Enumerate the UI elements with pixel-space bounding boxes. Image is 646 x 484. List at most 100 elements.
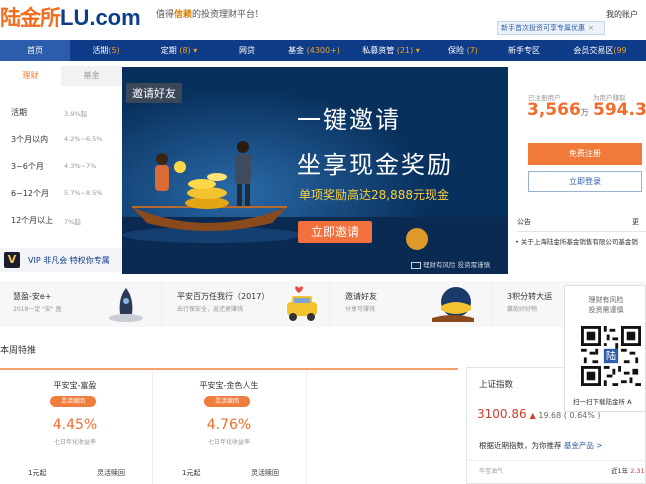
term-label: 3个月以内 bbox=[11, 135, 49, 144]
term-label: 3~6个月 bbox=[11, 162, 44, 171]
divider bbox=[467, 460, 646, 461]
nav-count: (99 bbox=[613, 46, 627, 55]
registered-users-value: 3,566万 bbox=[527, 100, 589, 120]
fund-products-link[interactable]: 基金产品 > bbox=[564, 441, 603, 450]
nav-member-trading[interactable]: 会员交易区(99 bbox=[554, 40, 646, 61]
vip-banner[interactable]: V VIP 非凡会 特权你专属 bbox=[0, 248, 122, 272]
product-sidebar: 理财 基金 活期 3.9%起 3个月以内 4.2%~6.5% 3~6个月 4.3%~7… bbox=[0, 66, 122, 274]
card-subtitle: 2018一定 "安" 盈 bbox=[13, 306, 62, 313]
nav-current-deposit[interactable]: 活期(5) bbox=[70, 40, 142, 61]
banner-headline-2: 坐享现金奖励 bbox=[297, 151, 453, 179]
nav-count: (7) bbox=[466, 46, 478, 55]
recommend-text: 根据近期指数，为你推荐 bbox=[479, 441, 562, 450]
card-subtitle: 赢取好好物 bbox=[507, 306, 538, 313]
promo-cards-row: 慧盈-安e+ 2018一定 "安" 盈 平安百万任我行（2017） 出行保安全，… bbox=[0, 281, 646, 327]
main-nav: 首页 活期(5) 定期 (8) ▾ 网贷 基金 (4300+) 私募资管 (21… bbox=[0, 40, 646, 61]
notice-item[interactable]: • 关于上海陆金所基金销售有限公司基金销 bbox=[515, 236, 638, 246]
card-subtitle: 出行保安全，返还更赚钱 bbox=[177, 306, 244, 313]
free-register-button[interactable]: 免费注册 bbox=[528, 143, 642, 165]
notice-more-link[interactable]: 更 bbox=[632, 217, 639, 227]
nav-count: (5) bbox=[108, 46, 120, 55]
return-value: 2.31 bbox=[630, 467, 645, 475]
app-qr-widget[interactable]: 理财有风险 投资需谨慎 陆 扫一扫下载陆金所 A bbox=[564, 285, 646, 412]
slogan: 值得信赖的投资理财平台! bbox=[156, 7, 259, 20]
newbie-promo-bar[interactable]: 新手首次投资可享专属优惠 × bbox=[497, 21, 605, 35]
promo-close-icon[interactable]: × bbox=[588, 24, 594, 32]
rate-label: 4.3%~7% bbox=[64, 162, 97, 170]
notice-title: 公告 bbox=[517, 218, 531, 226]
nav-insurance[interactable]: 保险 (7) bbox=[432, 40, 494, 61]
registered-number: 3,566 bbox=[527, 100, 581, 120]
product-rate: 4.45% bbox=[52, 417, 98, 433]
registered-unit: 万 bbox=[580, 108, 589, 117]
card-title: 慧盈-安e+ bbox=[13, 292, 52, 301]
nav-p2p[interactable]: 网贷 bbox=[216, 40, 278, 61]
card-title: 3积分转大运 bbox=[507, 292, 553, 301]
site-logo[interactable]: 陆金所 LU .com bbox=[0, 2, 141, 30]
product-badge: 灵活赎回 bbox=[204, 396, 250, 407]
globe-icon bbox=[432, 287, 474, 322]
product-card[interactable]: 平安宝-金色人生 灵活赎回 4.76% 七日年化收益率 1元起 灵活赎回 bbox=[154, 370, 304, 484]
sidebar-item-current[interactable]: 活期 3.9%起 bbox=[0, 102, 122, 122]
nav-private-fund[interactable]: 私募资管 (21) ▾ bbox=[350, 40, 432, 61]
logo-english: LU bbox=[60, 5, 90, 30]
banner-headline-1: 一键邀请 bbox=[297, 106, 401, 134]
nav-label: 网贷 bbox=[239, 46, 255, 55]
term-label: 活期 bbox=[11, 108, 27, 117]
nav-label: 活期 bbox=[92, 46, 109, 55]
promo-card[interactable]: 慧盈-安e+ 2018一定 "安" 盈 bbox=[0, 281, 160, 327]
qr-caption: 扫一扫下载陆金所 A bbox=[573, 398, 632, 406]
login-button[interactable]: 立即登录 bbox=[528, 171, 642, 192]
nav-home[interactable]: 首页 bbox=[0, 40, 70, 61]
qr-risk-line-1: 理财有风险 bbox=[588, 296, 624, 304]
promo-card[interactable]: 邀请好友 分享可赚钱 bbox=[332, 281, 490, 327]
product-card[interactable]: 平安宝-富盈 灵活赎回 4.45% 七日年化收益率 1元起 灵活赎回 bbox=[0, 370, 150, 484]
slogan-highlight: 信赖 bbox=[174, 10, 193, 20]
up-arrow-icon: ▲ bbox=[529, 411, 536, 420]
nav-label: 私募资管 bbox=[362, 46, 395, 55]
logo-chinese: 陆金所 bbox=[0, 5, 61, 30]
sidebar-item-6-12m[interactable]: 6~12个月 5.7%~8.5% bbox=[0, 183, 122, 203]
index-recommendation: 根据近期指数，为你推荐 基金产品 > bbox=[479, 440, 603, 451]
nav-label: 保险 bbox=[448, 46, 465, 55]
invite-banner[interactable]: 邀请好友 一键邀请 坐享现金奖励 单项奖励高达28,888元现金 立即邀请 理财… bbox=[122, 67, 508, 274]
rate-label: 4.2%~6.5% bbox=[64, 135, 103, 143]
product-rate-label: 七日年化收益率 bbox=[53, 439, 96, 446]
card-subtitle: 分享可赚钱 bbox=[345, 306, 376, 313]
nav-fund[interactable]: 基金 (4300+) bbox=[278, 40, 350, 61]
tab-fund[interactable]: 基金 bbox=[61, 66, 122, 86]
sidebar-item-over-12m[interactable]: 12个月以上 7%起 bbox=[0, 210, 122, 230]
logo-domain: .com bbox=[89, 5, 141, 30]
nav-newbie-zone[interactable]: 新手专区 bbox=[494, 40, 554, 61]
product-name: 平安宝-金色人生 bbox=[199, 381, 259, 390]
sidebar-item-under-3m[interactable]: 3个月以内 4.2%~6.5% bbox=[0, 129, 122, 149]
qr-risk-line-2: 投资需谨慎 bbox=[588, 306, 624, 314]
my-account-link[interactable]: 我的账户 bbox=[606, 9, 638, 20]
index-percent: ( 0.64% ) bbox=[563, 411, 601, 420]
card-title: 平安百万任我行（2017） bbox=[177, 292, 270, 301]
qr-code-icon: 陆 bbox=[581, 326, 641, 386]
checkbox-icon bbox=[411, 261, 421, 269]
product-rate: 4.76% bbox=[206, 417, 252, 433]
top-header: 陆金所 LU .com 值得信赖的投资理财平台! 我的账户 新手首次投资可享专属… bbox=[0, 0, 646, 40]
divider bbox=[306, 370, 307, 484]
invite-now-button[interactable]: 立即邀请 bbox=[298, 221, 372, 243]
product-min-amount: 1元起 bbox=[182, 469, 201, 477]
earned-value: 594.3 bbox=[593, 100, 646, 120]
fund-name[interactable]: 华宝油气 bbox=[479, 466, 503, 475]
banner-subheadline: 单项奖励高达28,888元现金 bbox=[299, 188, 449, 202]
slogan-suffix: 的投资理财平台! bbox=[192, 10, 259, 20]
nav-fixed-term[interactable]: 定期 (8) ▾ bbox=[142, 40, 216, 61]
product-term: 灵活赎回 bbox=[251, 469, 279, 477]
product-min-amount: 1元起 bbox=[28, 469, 47, 477]
tab-wealth[interactable]: 理财 bbox=[0, 66, 61, 86]
product-term: 灵活赎回 bbox=[97, 469, 125, 477]
rate-label: 5.7%~8.5% bbox=[64, 189, 103, 197]
nav-count: (4300+) bbox=[306, 46, 340, 55]
promo-card[interactable]: 平安百万任我行（2017） 出行保安全，返还更赚钱 bbox=[164, 281, 328, 327]
product-name: 平安宝-富盈 bbox=[53, 381, 97, 390]
index-number: 3100.86 bbox=[477, 407, 527, 421]
divider bbox=[517, 231, 646, 232]
rate-label: 3.9%起 bbox=[64, 110, 88, 118]
sidebar-item-3-6m[interactable]: 3~6个月 4.3%~7% bbox=[0, 156, 122, 176]
